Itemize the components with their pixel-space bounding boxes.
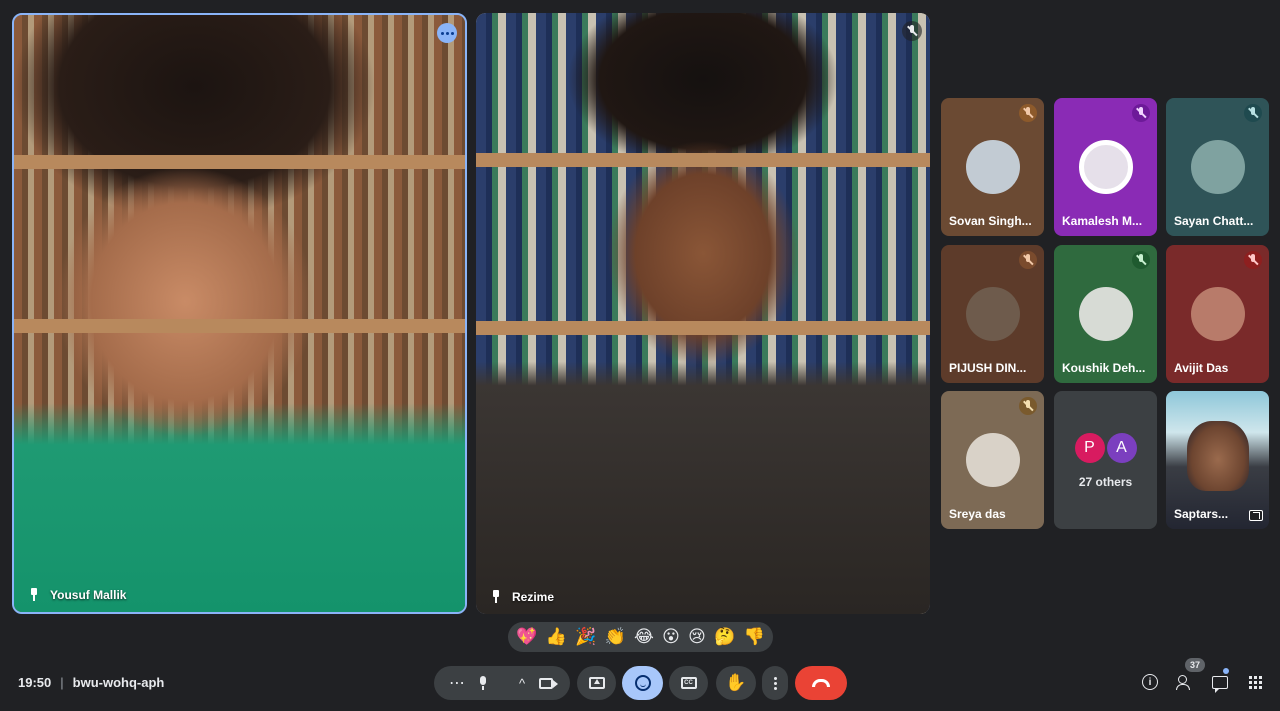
hand-icon: ✋ [725,672,747,693]
clock-time: 19:50 [18,675,52,690]
avatar [1190,140,1245,194]
people-icon [1176,675,1194,690]
reaction-laughing[interactable]: 😂 [634,628,654,646]
participant-tile[interactable]: Avijit Das [1166,245,1269,383]
participant-tile[interactable]: Kamalesh M... [1054,98,1157,236]
reaction-clapping[interactable]: 👏 [605,628,626,646]
mic-muted-icon [1019,251,1037,269]
people-button[interactable] [1175,672,1195,692]
participant-name: Sovan Singh... [949,214,1032,228]
reaction-sad[interactable]: 😢 [688,628,706,646]
camera-control: ^ [502,666,570,700]
pin-icon[interactable] [28,588,40,602]
participant-name: Kamalesh M... [1062,214,1143,228]
mic-control: ⋯ [434,666,502,700]
participant-tile[interactable]: Sreya das [941,391,1044,529]
participant-name: Saptars... [1174,507,1229,521]
separator: | [60,675,64,690]
camera-icon[interactable] [539,677,559,689]
participant-tile[interactable]: Koushik Deh... [1054,245,1157,383]
participant-tile-yousuf[interactable]: Yousuf Mallik [12,13,467,614]
reaction-surprised[interactable]: 😮 [662,628,680,646]
participant-name: PIJUSH DIN... [949,361,1027,375]
mic-muted-icon [902,21,922,41]
participant-name: Koushik Deh... [1062,361,1146,375]
avatar [965,140,1020,194]
participant-tile[interactable]: Sayan Chatt... [1166,98,1269,236]
audio-video-controls: ⋯ ^ [434,666,570,700]
reaction-party-popper[interactable]: 🎉 [575,628,596,646]
people-count-badge: 37 [1185,658,1205,672]
mic-muted-icon [1019,104,1037,122]
reaction-thinking[interactable]: 🤔 [714,628,735,646]
mic-muted-icon [1019,397,1037,415]
participant-name-tag: Yousuf Mallik [28,588,126,602]
meeting-code: bwu-wohq-aph [72,675,165,690]
participant-tile[interactable]: PIJUSH DIN... [941,245,1044,383]
audio-options-button[interactable]: ⋯ [449,673,465,693]
mic-muted-icon [1132,251,1150,269]
present-icon [1249,510,1263,521]
meeting-details-button[interactable]: i [1140,672,1160,692]
participant-name: Avijit Das [1174,361,1229,375]
mic-muted-icon [1244,251,1262,269]
participant-name: Rezime [512,590,555,604]
apps-grid-icon [1248,675,1262,689]
others-tile[interactable]: P A 27 others [1054,391,1157,529]
self-video [1186,421,1249,491]
reactions-button[interactable] [622,666,663,700]
reactions-bar: 💖 👍 🎉 👏 😂 😮 😢 🤔 👎 [508,622,773,652]
meeting-info: 19:50 | bwu-wohq-aph [18,675,164,690]
mic-icon[interactable] [479,676,487,690]
activities-button[interactable] [1245,672,1265,692]
participant-video [476,13,930,614]
chat-notification-dot [1223,668,1229,674]
participant-name: Sayan Chatt... [1174,214,1254,228]
avatar [1078,140,1133,194]
mic-muted-icon [1244,104,1262,122]
chat-icon [1212,675,1228,693]
reaction-sparkling-heart[interactable]: 💖 [516,628,537,646]
more-options-button[interactable] [762,666,788,700]
participant-name: Sreya das [949,507,1006,521]
others-count-label: 27 others [1078,475,1133,489]
participant-name-tag: Rezime [490,590,554,604]
present-button[interactable] [577,666,616,700]
avatar [1078,287,1133,341]
info-icon: i [1142,674,1158,690]
present-screen-icon [588,677,605,689]
participant-video [14,15,465,612]
participant-name: Yousuf Mallik [50,588,127,602]
participant-tile[interactable]: Sovan Singh... [941,98,1044,236]
avatar [965,287,1020,341]
video-options-button[interactable]: ^ [519,676,525,691]
avatar [965,433,1020,487]
meet-call-screen: Yousuf Mallik Rezime Sovan Singh... Kama… [0,0,1280,711]
pin-icon[interactable] [490,590,502,604]
participant-tile-rezime[interactable]: Rezime [476,13,930,614]
hangup-icon [812,679,830,687]
mic-muted-icon [1132,104,1150,122]
captions-icon: CC [680,677,697,689]
reaction-thumbs-up[interactable]: 👍 [546,628,567,646]
speaking-indicator-icon [437,23,457,43]
smile-icon [634,675,651,691]
avatar: A [1106,433,1137,463]
avatar: P [1074,433,1105,463]
reaction-thumbs-down[interactable]: 👎 [744,628,765,646]
leave-call-button[interactable] [795,666,847,700]
more-vert-icon [773,676,777,690]
avatar [1190,287,1245,341]
captions-button[interactable]: CC [669,666,708,700]
self-view-tile[interactable]: Saptars... [1166,391,1269,529]
chat-button[interactable] [1210,672,1230,693]
raise-hand-button[interactable]: ✋ [716,666,756,700]
others-avatars: P A [1074,433,1137,463]
